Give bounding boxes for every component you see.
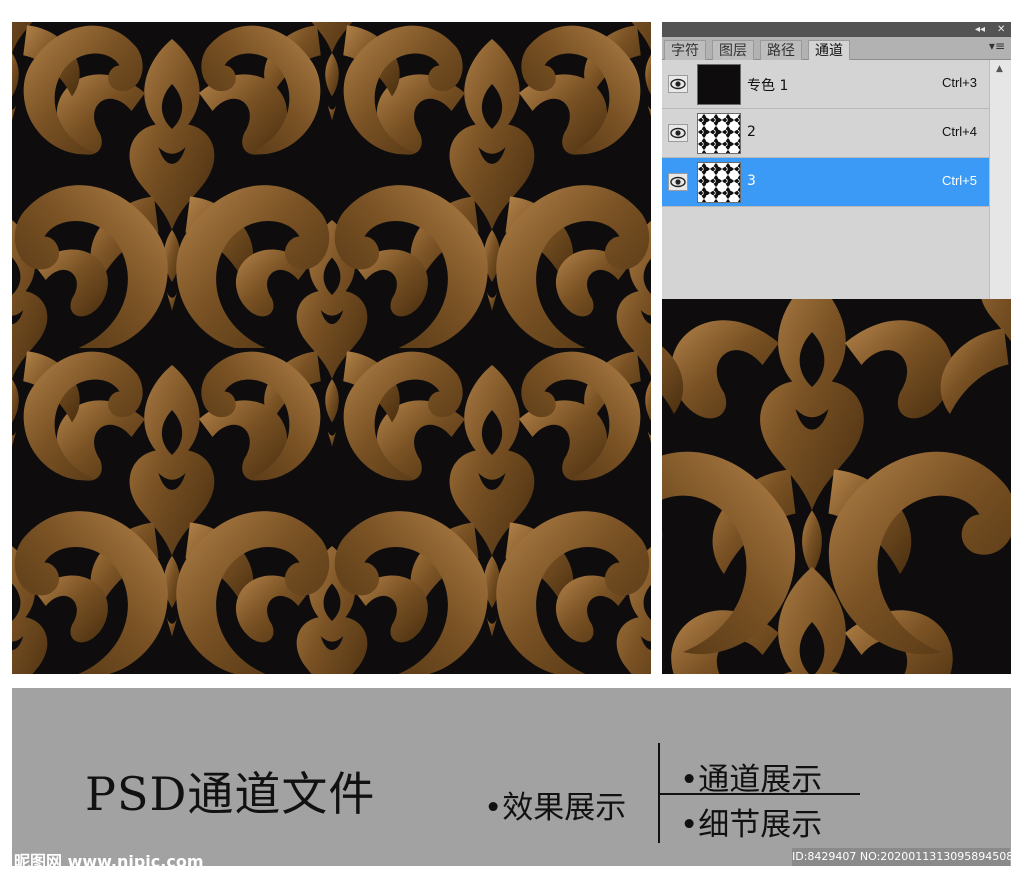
channel-thumbnail — [697, 64, 741, 105]
image-id-badge: ID:8429407 NO:20200113130958945084 — [792, 848, 1020, 866]
channel-show-label: •通道展示 — [680, 754, 822, 799]
channel-shortcut: Ctrl+3 — [941, 75, 977, 90]
bullet-dot: • — [680, 762, 699, 798]
panel-scrollbar[interactable]: ▲ — [989, 60, 1011, 299]
channels-panel: ◂◂ ✕ 字符 图层 路径 通道 ▾≡ 专色 1 Ctrl+3 2 Ctrl+4 — [662, 22, 1011, 299]
tab-character[interactable]: 字符 — [664, 40, 706, 60]
channel-thumbnail — [697, 162, 741, 203]
bullet-dot: • — [680, 807, 699, 843]
pattern-preview-image — [12, 22, 651, 674]
scroll-up-arrow-icon[interactable]: ▲ — [996, 64, 1003, 74]
info-banner: PSD通道文件 •效果展示 •通道展示 •细节展示 昵图网 www.nipic.… — [12, 688, 1020, 871]
detail-show-label: •细节展示 — [680, 799, 822, 844]
channel-list: 专色 1 Ctrl+3 2 Ctrl+4 3 Ctrl+5 — [662, 60, 989, 299]
channel-show-text: 通道展示 — [698, 762, 823, 798]
panel-menu-icon[interactable]: ▾≡ — [989, 39, 1005, 53]
channel-shortcut: Ctrl+5 — [941, 173, 977, 188]
panel-titlebar: ◂◂ ✕ — [662, 22, 1011, 37]
channel-thumbnail — [697, 113, 741, 154]
effect-label: •效果展示 — [484, 782, 626, 827]
channel-row-3[interactable]: 3 Ctrl+5 — [662, 158, 989, 207]
double-chevron-left-icon[interactable]: ◂◂ — [975, 23, 985, 36]
tab-paths[interactable]: 路径 — [760, 40, 802, 60]
bullet-dot: • — [484, 790, 503, 826]
channel-shortcut: Ctrl+4 — [941, 124, 977, 139]
panel-tabs: 字符 图层 路径 通道 ▾≡ — [662, 37, 1011, 61]
pattern-detail-image — [662, 299, 1011, 674]
detail-show-text: 细节展示 — [698, 807, 823, 843]
banner-title: PSD通道文件 — [85, 767, 376, 821]
channel-row-2[interactable]: 2 Ctrl+4 — [662, 109, 989, 158]
eye-icon[interactable] — [668, 173, 688, 191]
channel-name: 2 — [747, 124, 756, 140]
channel-name: 3 — [747, 173, 756, 189]
effect-text: 效果展示 — [502, 790, 627, 826]
eye-icon[interactable] — [668, 75, 688, 93]
tab-layers[interactable]: 图层 — [712, 40, 754, 60]
tab-channels[interactable]: 通道 — [808, 40, 850, 61]
close-icon[interactable]: ✕ — [997, 23, 1005, 36]
channel-row-spot-1[interactable]: 专色 1 Ctrl+3 — [662, 60, 989, 109]
channel-name: 专色 1 — [747, 78, 789, 94]
site-watermark-logo: 昵图网 www.nipic.com — [14, 852, 204, 871]
eye-icon[interactable] — [668, 124, 688, 142]
